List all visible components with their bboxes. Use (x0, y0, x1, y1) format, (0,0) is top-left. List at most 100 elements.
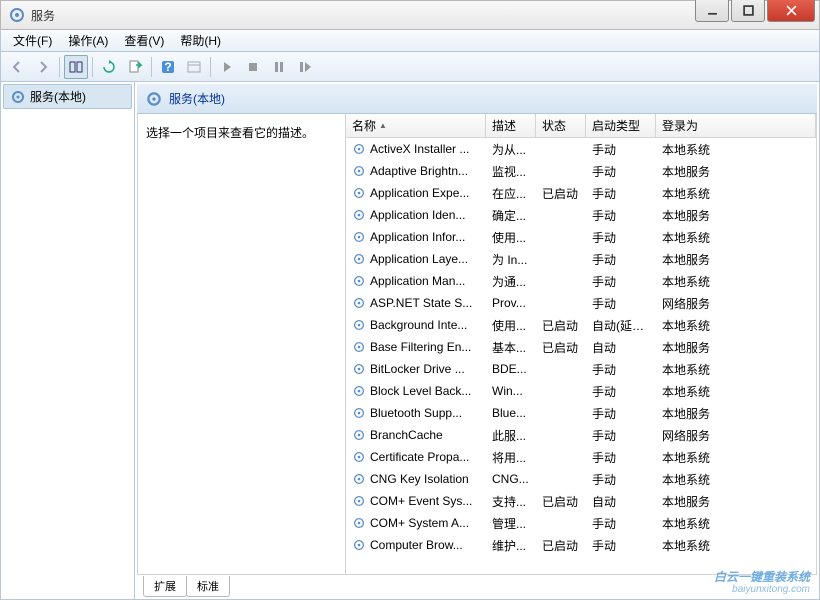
service-row[interactable]: CNG Key IsolationCNG...手动本地系统 (346, 468, 816, 490)
service-list[interactable]: 名称▲ 描述 状态 启动类型 登录为 ActiveX Installer ...… (346, 114, 816, 574)
tab-extended[interactable]: 扩展 (143, 576, 187, 597)
cell-name: Application Expe... (346, 186, 486, 200)
back-button[interactable] (5, 55, 29, 79)
gear-icon (352, 340, 366, 354)
cell-name: Application Iden... (346, 208, 486, 222)
cell-description: 使用... (486, 317, 536, 334)
service-row[interactable]: Application Iden...确定...手动本地服务 (346, 204, 816, 226)
cell-logon: 本地服务 (656, 251, 816, 268)
cell-description: 为 In... (486, 251, 536, 268)
console-tree[interactable]: 服务(本地) (1, 82, 135, 599)
cell-logon: 本地系统 (656, 471, 816, 488)
show-hide-tree-button[interactable] (64, 55, 88, 79)
maximize-button[interactable] (731, 0, 765, 22)
gear-icon (10, 89, 26, 105)
service-row[interactable]: COM+ System A...管理...手动本地系统 (346, 512, 816, 534)
cell-description: 使用... (486, 229, 536, 246)
cell-startup: 手动 (586, 163, 656, 180)
cell-logon: 本地系统 (656, 361, 816, 378)
cell-description: 维护... (486, 537, 536, 554)
service-row[interactable]: Computer Brow...维护...已启动手动本地系统 (346, 534, 816, 556)
tab-standard[interactable]: 标准 (186, 576, 230, 597)
export-button[interactable] (123, 55, 147, 79)
service-rows[interactable]: ActiveX Installer ...为从...手动本地系统Adaptive… (346, 138, 816, 574)
menu-file[interactable]: 文件(F) (5, 30, 60, 51)
menu-view[interactable]: 查看(V) (116, 30, 172, 51)
minimize-button[interactable] (695, 0, 729, 22)
service-row[interactable]: ASP.NET State S...Prov...手动网络服务 (346, 292, 816, 314)
gear-icon (352, 142, 366, 156)
column-logon-as[interactable]: 登录为 (656, 114, 816, 137)
service-row[interactable]: Application Man...为通...手动本地系统 (346, 270, 816, 292)
app-icon (9, 7, 25, 23)
cell-description: 为从... (486, 141, 536, 158)
cell-name: Application Man... (346, 274, 486, 288)
forward-button[interactable] (31, 55, 55, 79)
column-description[interactable]: 描述 (486, 114, 536, 137)
service-row[interactable]: BitLocker Drive ...BDE...手动本地系统 (346, 358, 816, 380)
start-service-button[interactable] (215, 55, 239, 79)
service-row[interactable]: Base Filtering En...基本...已启动自动本地服务 (346, 336, 816, 358)
tree-item-services-local[interactable]: 服务(本地) (3, 84, 132, 109)
cell-name: ASP.NET State S... (346, 296, 486, 310)
service-row[interactable]: Background Inte...使用...已启动自动(延迟...本地系统 (346, 314, 816, 336)
properties-button[interactable] (182, 55, 206, 79)
cell-description: 管理... (486, 515, 536, 532)
close-button[interactable] (767, 0, 815, 22)
cell-name: COM+ System A... (346, 516, 486, 530)
help-button[interactable]: ? (156, 55, 180, 79)
cell-description: 基本... (486, 339, 536, 356)
cell-startup: 手动 (586, 383, 656, 400)
column-startup-type[interactable]: 启动类型 (586, 114, 656, 137)
cell-name: COM+ Event Sys... (346, 494, 486, 508)
gear-icon (352, 252, 366, 266)
gear-icon (352, 494, 366, 508)
cell-description: Prov... (486, 296, 536, 310)
cell-logon: 本地系统 (656, 383, 816, 400)
cell-logon: 本地服务 (656, 207, 816, 224)
description-prompt: 选择一个项目来查看它的描述。 (146, 126, 314, 140)
service-row[interactable]: Application Laye...为 In...手动本地服务 (346, 248, 816, 270)
menu-help[interactable]: 帮助(H) (172, 30, 229, 51)
service-row[interactable]: BranchCache此服...手动网络服务 (346, 424, 816, 446)
cell-startup: 手动 (586, 251, 656, 268)
cell-logon: 网络服务 (656, 427, 816, 444)
gear-icon (352, 538, 366, 552)
cell-startup: 手动 (586, 229, 656, 246)
cell-description: CNG... (486, 472, 536, 486)
service-row[interactable]: Block Level Back...Win...手动本地系统 (346, 380, 816, 402)
service-row[interactable]: COM+ Event Sys...支持...已启动自动本地服务 (346, 490, 816, 512)
refresh-button[interactable] (97, 55, 121, 79)
cell-startup: 手动 (586, 515, 656, 532)
service-row[interactable]: Application Expe...在应...已启动手动本地系统 (346, 182, 816, 204)
cell-logon: 本地服务 (656, 405, 816, 422)
restart-service-button[interactable] (293, 55, 317, 79)
stop-service-button[interactable] (241, 55, 265, 79)
cell-name: Bluetooth Supp... (346, 406, 486, 420)
window-titlebar: 服务 (0, 0, 820, 30)
pause-service-button[interactable] (267, 55, 291, 79)
cell-name: BranchCache (346, 428, 486, 442)
menu-action[interactable]: 操作(A) (60, 30, 116, 51)
cell-description: 支持... (486, 493, 536, 510)
column-status[interactable]: 状态 (536, 114, 586, 137)
cell-startup: 手动 (586, 273, 656, 290)
service-row[interactable]: Bluetooth Supp...Blue...手动本地服务 (346, 402, 816, 424)
service-row[interactable]: Adaptive Brightn...监视...手动本地服务 (346, 160, 816, 182)
cell-description: 确定... (486, 207, 536, 224)
service-row[interactable]: Certificate Propa...将用...手动本地系统 (346, 446, 816, 468)
cell-startup: 手动 (586, 141, 656, 158)
cell-name: CNG Key Isolation (346, 472, 486, 486)
cell-description: 监视... (486, 163, 536, 180)
cell-description: 为通... (486, 273, 536, 290)
service-row[interactable]: ActiveX Installer ...为从...手动本地系统 (346, 138, 816, 160)
menu-bar: 文件(F) 操作(A) 查看(V) 帮助(H) (0, 30, 820, 52)
cell-startup: 手动 (586, 537, 656, 554)
column-name[interactable]: 名称▲ (346, 114, 486, 137)
service-row[interactable]: Application Infor...使用...手动本地系统 (346, 226, 816, 248)
cell-status: 已启动 (536, 493, 586, 510)
gear-icon (352, 472, 366, 486)
cell-startup: 手动 (586, 295, 656, 312)
cell-name: Background Inte... (346, 318, 486, 332)
cell-startup: 自动 (586, 493, 656, 510)
